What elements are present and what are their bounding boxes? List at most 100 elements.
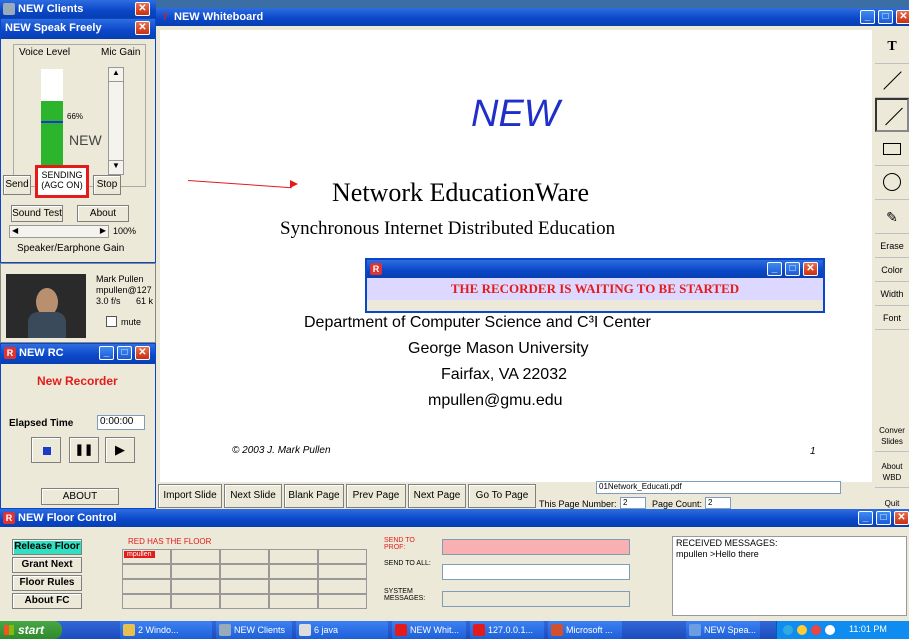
next-slide-button[interactable]: Next Slide bbox=[224, 484, 282, 508]
tray-network-icon[interactable] bbox=[783, 625, 793, 635]
slide-line-1: Department of Computer Science and C³I C… bbox=[304, 314, 651, 331]
elapsed-time-field[interactable]: 0:00:00 bbox=[97, 415, 145, 430]
play-icon: ▶ bbox=[115, 442, 125, 457]
slide-line-4: mpullen@gmu.edu bbox=[428, 392, 563, 409]
this-page-field[interactable]: 2 bbox=[620, 497, 646, 509]
stop-record-button[interactable] bbox=[31, 437, 61, 463]
import-slide-button[interactable]: Import Slide bbox=[158, 484, 222, 508]
about-button[interactable]: About bbox=[77, 205, 129, 222]
taskbar-item-windows[interactable]: 2 Windo... bbox=[120, 621, 212, 639]
close-icon[interactable]: ✕ bbox=[135, 21, 150, 35]
tray-antivirus-icon[interactable] bbox=[797, 625, 807, 635]
floor-queue-cell bbox=[122, 594, 171, 609]
close-icon[interactable]: ✕ bbox=[803, 262, 818, 276]
whiteboard-titlebar[interactable]: 7 NEW Whiteboard _ □ ✕ bbox=[156, 8, 909, 26]
sound-test-button[interactable]: Sound Test bbox=[11, 205, 63, 222]
scroll-left-icon[interactable]: ◀ bbox=[12, 226, 18, 235]
tray-messenger-icon[interactable] bbox=[825, 625, 835, 635]
next-page-button[interactable]: Next Page bbox=[408, 484, 466, 508]
text-tool[interactable]: T bbox=[875, 30, 909, 64]
taskbar-item-java[interactable]: 6 java bbox=[296, 621, 388, 639]
maximize-icon[interactable]: □ bbox=[117, 346, 132, 360]
taskbar-item-speak[interactable]: NEW Spea... bbox=[686, 621, 760, 639]
floor-queue-cell bbox=[122, 579, 171, 594]
floor-queue-cell bbox=[171, 594, 220, 609]
scroll-right-icon[interactable]: ▶ bbox=[100, 226, 106, 235]
taskbar-item-clients[interactable]: NEW Clients bbox=[216, 621, 292, 639]
blank-page-button[interactable]: Blank Page bbox=[284, 484, 344, 508]
floor-titlebar[interactable]: R NEW Floor Control _ □ ✕ bbox=[0, 509, 909, 527]
line-tool[interactable] bbox=[875, 64, 909, 98]
slide-line-2: George Mason University bbox=[408, 340, 589, 357]
clients-titlebar[interactable]: NEW Clients ✕ bbox=[0, 0, 156, 18]
prev-page-button[interactable]: Prev Page bbox=[346, 484, 406, 508]
this-page-label: This Page Number: bbox=[539, 499, 617, 509]
whiteboard-title: NEW Whiteboard bbox=[174, 11, 264, 23]
floor-rules-button[interactable]: Floor Rules bbox=[12, 575, 82, 591]
send-to-all-field[interactable] bbox=[442, 564, 630, 580]
mic-percent: 66% bbox=[65, 112, 99, 124]
play-button[interactable]: ▶ bbox=[105, 437, 135, 463]
dialog-message-area: THE RECORDER IS WAITING TO BE STARTED bbox=[367, 278, 823, 300]
volume-scrollbar[interactable]: ◀ ▶ bbox=[9, 225, 109, 238]
powerpoint-icon bbox=[551, 624, 563, 636]
close-icon[interactable]: ✕ bbox=[135, 346, 150, 360]
pencil-tool[interactable]: ✎ bbox=[875, 200, 909, 234]
whiteboard-app-icon: 7 bbox=[162, 12, 168, 22]
convert-slides-button[interactable]: Conver Slides bbox=[875, 420, 909, 452]
maximize-icon[interactable]: □ bbox=[785, 262, 800, 276]
scroll-up-icon[interactable]: ▲ bbox=[109, 68, 123, 82]
minimize-icon[interactable]: _ bbox=[860, 10, 875, 24]
floor-app-icon: R bbox=[3, 512, 15, 524]
color-button[interactable]: Color bbox=[875, 258, 909, 282]
scroll-down-icon[interactable]: ▼ bbox=[109, 160, 123, 174]
about-wbd-button[interactable]: About WBD bbox=[875, 456, 909, 488]
pause-button[interactable]: ❚❚ bbox=[69, 437, 99, 463]
width-button[interactable]: Width bbox=[875, 282, 909, 306]
send-to-prof-field[interactable] bbox=[442, 539, 630, 555]
taskbar-item-microsoft[interactable]: Microsoft ... bbox=[548, 621, 622, 639]
taskbar-item-browser[interactable]: 127.0.0.1... bbox=[470, 621, 544, 639]
floor-queue-cell bbox=[171, 549, 220, 564]
dialog-titlebar[interactable]: R _ □ ✕ bbox=[367, 260, 823, 278]
taskbar: start 2 Windo... NEW Clients 6 java NEW … bbox=[0, 621, 909, 639]
minimize-icon[interactable]: _ bbox=[99, 346, 114, 360]
voice-level-fill bbox=[41, 100, 63, 174]
start-button[interactable]: start bbox=[0, 621, 62, 639]
rectangle-tool[interactable] bbox=[875, 132, 909, 166]
ellipse-tool[interactable] bbox=[875, 166, 909, 200]
minimize-icon[interactable]: _ bbox=[858, 511, 873, 525]
maximize-icon[interactable]: □ bbox=[878, 10, 893, 24]
grant-next-button[interactable]: Grant Next bbox=[12, 557, 82, 573]
mute-checkbox[interactable] bbox=[106, 316, 117, 327]
go-to-page-button[interactable]: Go To Page bbox=[468, 484, 536, 508]
slide-copyright: © 2003 J. Mark Pullen bbox=[232, 445, 331, 456]
arrow-tool[interactable] bbox=[875, 98, 909, 132]
rc-titlebar[interactable]: R NEW RC _ □ ✕ bbox=[1, 344, 155, 364]
rc-about-button[interactable]: ABOUT bbox=[41, 488, 119, 505]
close-icon[interactable]: ✕ bbox=[894, 511, 909, 525]
tray-volume-icon[interactable] bbox=[811, 625, 821, 635]
page-count-label: Page Count: bbox=[652, 499, 703, 509]
stop-button[interactable]: Stop bbox=[93, 175, 121, 195]
speak-freely-window: NEW Speak Freely ✕ Voice Level Mic Gain … bbox=[0, 18, 156, 263]
close-icon[interactable]: ✕ bbox=[135, 2, 150, 16]
erase-button[interactable]: Erase bbox=[875, 234, 909, 258]
send-button[interactable]: Send bbox=[3, 175, 31, 195]
voice-level-marker bbox=[41, 121, 63, 123]
received-message-line: mpullen >Hello there bbox=[676, 549, 759, 559]
release-floor-button[interactable]: Release Floor bbox=[12, 539, 82, 555]
about-fc-button[interactable]: About FC bbox=[12, 593, 82, 609]
speak-titlebar[interactable]: NEW Speak Freely ✕ bbox=[1, 19, 155, 39]
slide-title: NEW bbox=[471, 93, 560, 135]
dialog-message: THE RECORDER IS WAITING TO BE STARTED bbox=[450, 281, 740, 296]
taskbar-item-whiteboard[interactable]: NEW Whit... bbox=[392, 621, 466, 639]
maximize-icon[interactable]: □ bbox=[876, 511, 891, 525]
minimize-icon[interactable]: _ bbox=[767, 262, 782, 276]
page-count-field: 2 bbox=[705, 497, 731, 509]
clients-icon bbox=[219, 624, 231, 636]
close-icon[interactable]: ✕ bbox=[896, 10, 909, 24]
mic-gain-slider[interactable]: ▲ ▼ bbox=[108, 67, 124, 175]
file-name-field[interactable]: 01Network_Educati.pdf bbox=[596, 481, 841, 494]
font-button[interactable]: Font bbox=[875, 306, 909, 330]
